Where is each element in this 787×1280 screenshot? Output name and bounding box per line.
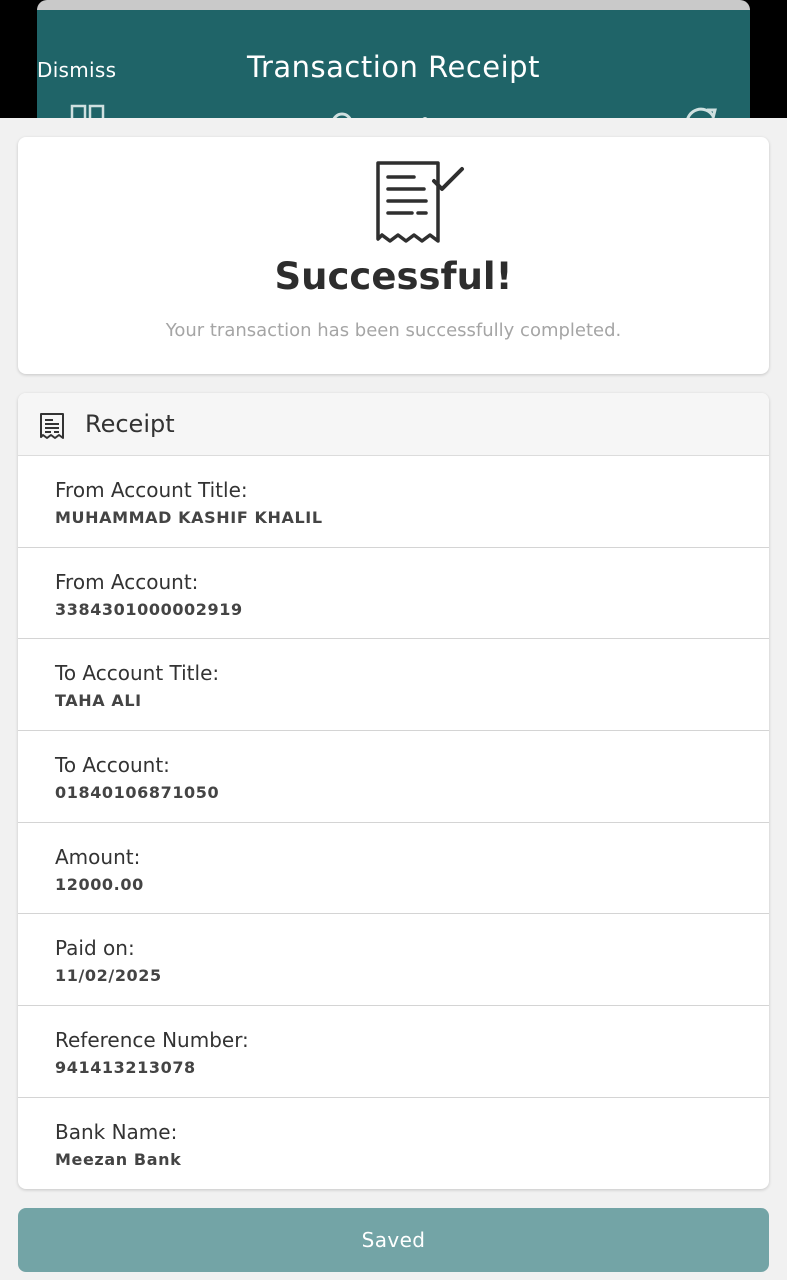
row-label: Reference Number: [55,1028,249,1053]
row-label: From Account: [55,569,199,594]
receipt-heading: Receipt [85,410,175,438]
row-value: MUHAMMAD KASHIF KHALIL [55,508,323,527]
receipt-row-from-account: From Account: 3384301000002919 [18,548,769,640]
row-value: 01840106871050 [55,783,220,803]
receipt-row-to-account-title: To Account Title: TAHA ALI [18,639,769,732]
refresh-icon[interactable] [683,104,719,118]
row-label: From Account Title: [55,478,248,502]
row-value: 12000.00 [55,874,144,894]
page-title: Transaction Receipt [247,50,540,84]
row-label: Bank Name: [55,1119,178,1144]
row-value: 3384301000002919 [55,599,243,619]
row-label: To Account Title: [55,661,220,686]
receipt-check-icon [372,159,468,249]
receipt-row-reference-number: Reference Number: 941413213078 [18,1006,769,1098]
success-message: Your transaction has been successfully c… [165,320,622,341]
receipt-row-to-account: To Account: 01840106871050 [18,731,769,823]
row-value: Meezan Bank [55,1149,182,1169]
receipt-header: Receipt [18,393,769,456]
grid-icon [70,104,106,118]
success-title: Successful! [274,255,513,298]
row-label: Amount: [55,844,141,869]
row-value: TAHA ALI [55,691,142,711]
partial-icon-2 [420,110,430,118]
row-label: To Account: [55,753,170,778]
receipt-card: Receipt From Account Title: MUHAMMAD KAS… [18,393,769,1189]
partial-icon [330,108,354,118]
receipt-row-bank-name: Bank Name: Meezan Bank [18,1098,769,1189]
saved-button[interactable]: Saved [18,1208,769,1272]
top-header-area: Dismiss Transaction Receipt [0,0,787,118]
success-card: Successful! Your transaction has been su… [18,137,769,374]
receipt-icon [39,412,65,444]
row-value: 11/02/2025 [55,966,162,986]
receipt-row-amount: Amount: 12000.00 [18,823,769,915]
receipt-row-from-account-title: From Account Title: MUHAMMAD KASHIF KHAL… [18,456,769,548]
row-label: Paid on: [55,936,135,961]
receipt-row-paid-on: Paid on: 11/02/2025 [18,914,769,1007]
content-area: Successful! Your transaction has been su… [0,118,787,1280]
row-value: 941413213078 [55,1058,196,1078]
